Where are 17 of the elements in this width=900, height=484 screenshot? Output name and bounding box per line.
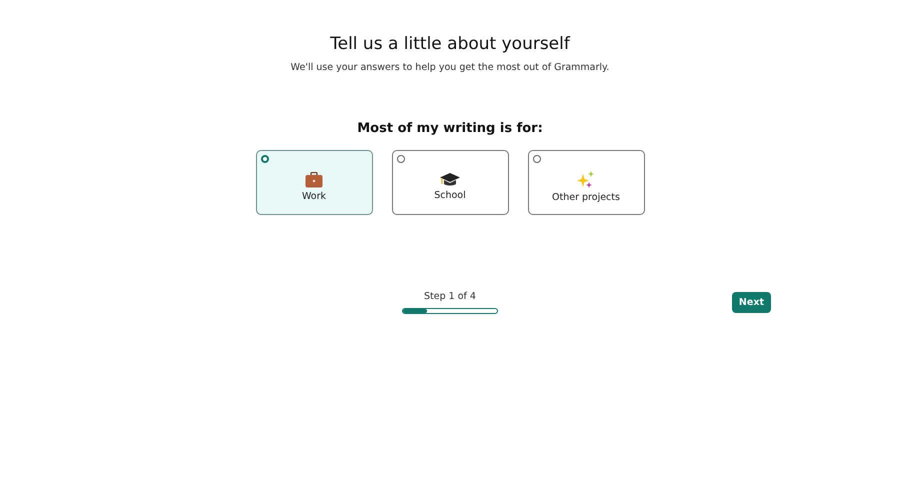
option-label: School — [434, 190, 466, 200]
question-heading: Most of my writing is for: — [357, 121, 543, 136]
graduation-cap-icon — [440, 172, 460, 186]
next-button[interactable]: Next — [732, 292, 771, 313]
page-title: Tell us a little about yourself — [330, 34, 570, 54]
page-subtitle: We'll use your answers to help you get the most out of Grammarly. — [290, 62, 610, 73]
option-label: Work — [302, 190, 326, 202]
radio-button[interactable] — [532, 155, 540, 163]
briefcase-icon — [305, 172, 323, 188]
sparkles-icon — [577, 170, 595, 188]
option-label: Other projects — [552, 192, 620, 202]
option-card[interactable]: School — [392, 150, 508, 215]
option-card[interactable]: Other projects — [528, 150, 644, 215]
option-card[interactable]: Work — [256, 150, 372, 215]
radio-button[interactable] — [260, 155, 268, 163]
radio-button[interactable] — [396, 155, 404, 163]
step-label: Step 1 of 4 — [424, 291, 476, 302]
